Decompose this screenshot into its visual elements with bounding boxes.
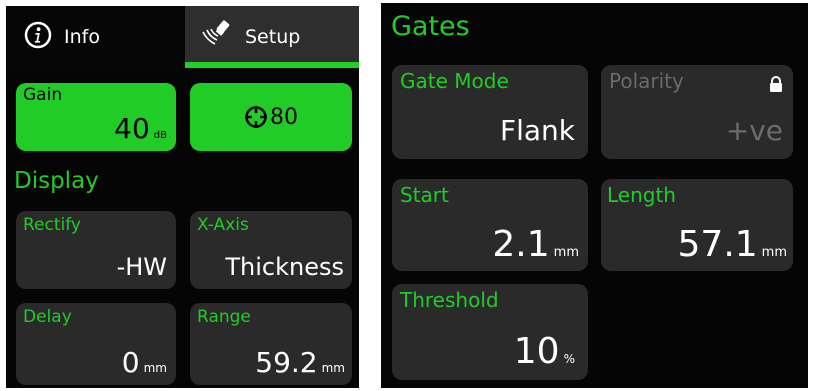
x-axis-value-group: Thickness: [225, 253, 344, 281]
gate-threshold-unit: %: [563, 352, 575, 366]
gain-label: Gain: [23, 85, 63, 105]
range-label: Range: [197, 307, 251, 327]
tab-info[interactable]: Info: [6, 6, 185, 68]
x-axis-button[interactable]: X-Axis Thickness: [190, 211, 352, 289]
gain-value-group: 40 dB: [114, 112, 167, 145]
gate-length-value-group: 57.1 mm: [678, 224, 787, 265]
probe-signal-icon: [199, 20, 233, 54]
crosshair-icon: [244, 105, 268, 129]
rectify-button[interactable]: Rectify -HW: [16, 211, 176, 289]
delay-button[interactable]: Delay 0 mm: [16, 303, 176, 385]
polarity-value-group: +ve: [726, 114, 783, 147]
tab-setup-label: Setup: [245, 26, 301, 48]
rectify-value: -HW: [116, 253, 167, 281]
gate-start-unit: mm: [553, 245, 579, 260]
polarity-label: Polarity: [609, 69, 684, 93]
gate-length-value: 57.1: [677, 224, 758, 265]
info-icon: [24, 21, 52, 53]
gate-length-unit: mm: [761, 245, 787, 260]
gates-section-title: Gates: [391, 11, 470, 42]
rectify-label: Rectify: [23, 215, 81, 235]
gate-start-value: 2.1: [492, 224, 550, 265]
gates-panel: Gates Gate Mode Flank Polarity +ve Start…: [381, 3, 808, 388]
gate-threshold-value: 10: [513, 331, 560, 372]
range-unit: mm: [321, 361, 345, 375]
gain-value: 40: [114, 112, 150, 145]
gate-length-button[interactable]: Length 57.1 mm: [601, 179, 793, 271]
polarity-value: +ve: [725, 114, 783, 147]
x-axis-label: X-Axis: [197, 215, 249, 235]
gate-start-button[interactable]: Start 2.1 mm: [392, 179, 588, 271]
range-button[interactable]: Range 59.2 mm: [190, 303, 352, 385]
tab-info-label: Info: [64, 26, 100, 48]
rectify-value-group: -HW: [117, 253, 167, 281]
gain-button[interactable]: Gain 40 dB: [16, 83, 176, 151]
delay-value: 0: [121, 346, 140, 379]
tab-setup[interactable]: Setup: [185, 6, 359, 68]
gate-mode-value-group: Flank: [500, 114, 575, 147]
gain-step-button[interactable]: 80: [190, 83, 352, 151]
gain-step-content: 80: [190, 83, 352, 151]
gate-start-value-group: 2.1 mm: [492, 224, 579, 265]
gate-threshold-button[interactable]: Threshold 10 %: [392, 284, 588, 380]
range-value: 59.2: [255, 346, 318, 379]
display-section-title: Display: [14, 168, 99, 194]
gain-unit: dB: [153, 130, 167, 141]
delay-unit: mm: [143, 361, 167, 375]
gate-threshold-value-group: 10 %: [514, 331, 575, 372]
gate-length-label: Length: [607, 183, 676, 207]
setup-panel: Info Setup Gain 40 dB 80 Display Rectify…: [6, 6, 359, 388]
gate-mode-value: Flank: [499, 114, 575, 147]
delay-value-group: 0 mm: [122, 346, 167, 379]
gate-threshold-label: Threshold: [400, 288, 499, 312]
gate-mode-button[interactable]: Gate Mode Flank: [392, 65, 588, 159]
gate-mode-label: Gate Mode: [400, 69, 509, 93]
lock-icon: [769, 76, 783, 96]
delay-label: Delay: [23, 307, 72, 327]
polarity-button: Polarity +ve: [601, 65, 793, 159]
range-value-group: 59.2 mm: [255, 346, 345, 379]
gate-start-label: Start: [400, 183, 449, 207]
gain-step-value: 80: [270, 104, 298, 130]
x-axis-value: Thickness: [225, 253, 344, 281]
active-tab-indicator: [185, 62, 359, 68]
